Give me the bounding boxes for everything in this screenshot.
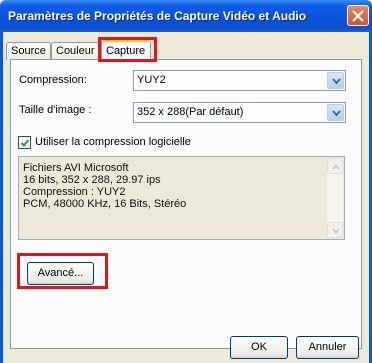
info-line: Compression : YUY2 xyxy=(23,186,126,198)
dialog-client-area: Source Couleur Capture Compression: YUY2… xyxy=(3,32,369,363)
tab-couleur-label: Couleur xyxy=(56,45,95,57)
image-size-dropdown-button[interactable] xyxy=(327,104,344,121)
scroll-up-button[interactable] xyxy=(327,158,343,174)
image-size-value: 352 x 288(Par défaut) xyxy=(137,106,244,118)
compression-value: YUY2 xyxy=(137,74,166,86)
ok-button[interactable]: OK xyxy=(230,336,288,359)
chevron-up-icon xyxy=(332,164,340,170)
tab-couleur[interactable]: Couleur xyxy=(51,42,101,60)
capture-tab-panel: Compression: YUY2 Taille d'image : 352 x… xyxy=(10,59,362,349)
capture-info-box: Fichiers AVI Microsoft 16 bits, 352 x 28… xyxy=(18,156,345,240)
tab-capture[interactable]: Capture xyxy=(101,40,151,61)
tab-capture-label: Capture xyxy=(106,45,146,57)
title-bar[interactable]: Paramètres de Propriétés de Capture Vidé… xyxy=(0,0,372,32)
tab-source-label: Source xyxy=(11,45,46,57)
software-compression-label: Utiliser la compression logicielle xyxy=(35,136,191,148)
compression-label: Compression: xyxy=(19,74,87,86)
info-line: Fichiers AVI Microsoft xyxy=(23,162,129,174)
info-scrollbar[interactable] xyxy=(327,158,343,238)
info-line: 16 bits, 352 x 288, 29.97 ips xyxy=(23,174,161,186)
cancel-button[interactable]: Annuler xyxy=(296,336,359,359)
close-icon xyxy=(352,10,364,22)
compression-dropdown-button[interactable] xyxy=(327,72,344,89)
close-button[interactable] xyxy=(347,5,369,26)
dialog-window: Paramètres de Propriétés de Capture Vidé… xyxy=(0,0,372,363)
software-compression-checkbox[interactable] xyxy=(18,136,31,149)
compression-select[interactable]: YUY2 xyxy=(133,70,346,91)
window-title: Paramètres de Propriétés de Capture Vidé… xyxy=(8,9,307,23)
image-size-label: Taille d'image : xyxy=(19,104,92,116)
tab-source[interactable]: Source xyxy=(6,42,51,60)
chevron-down-icon xyxy=(332,110,341,117)
scroll-down-button[interactable] xyxy=(327,222,343,238)
advanced-button[interactable]: Avancé... xyxy=(27,262,94,285)
checkmark-icon xyxy=(20,139,30,147)
image-size-select[interactable]: 352 x 288(Par défaut) xyxy=(133,102,346,123)
chevron-down-icon xyxy=(332,228,340,234)
chevron-down-icon xyxy=(332,78,341,85)
info-line: PCM, 48000 KHz, 16 Bits, Stéréo xyxy=(23,198,187,210)
